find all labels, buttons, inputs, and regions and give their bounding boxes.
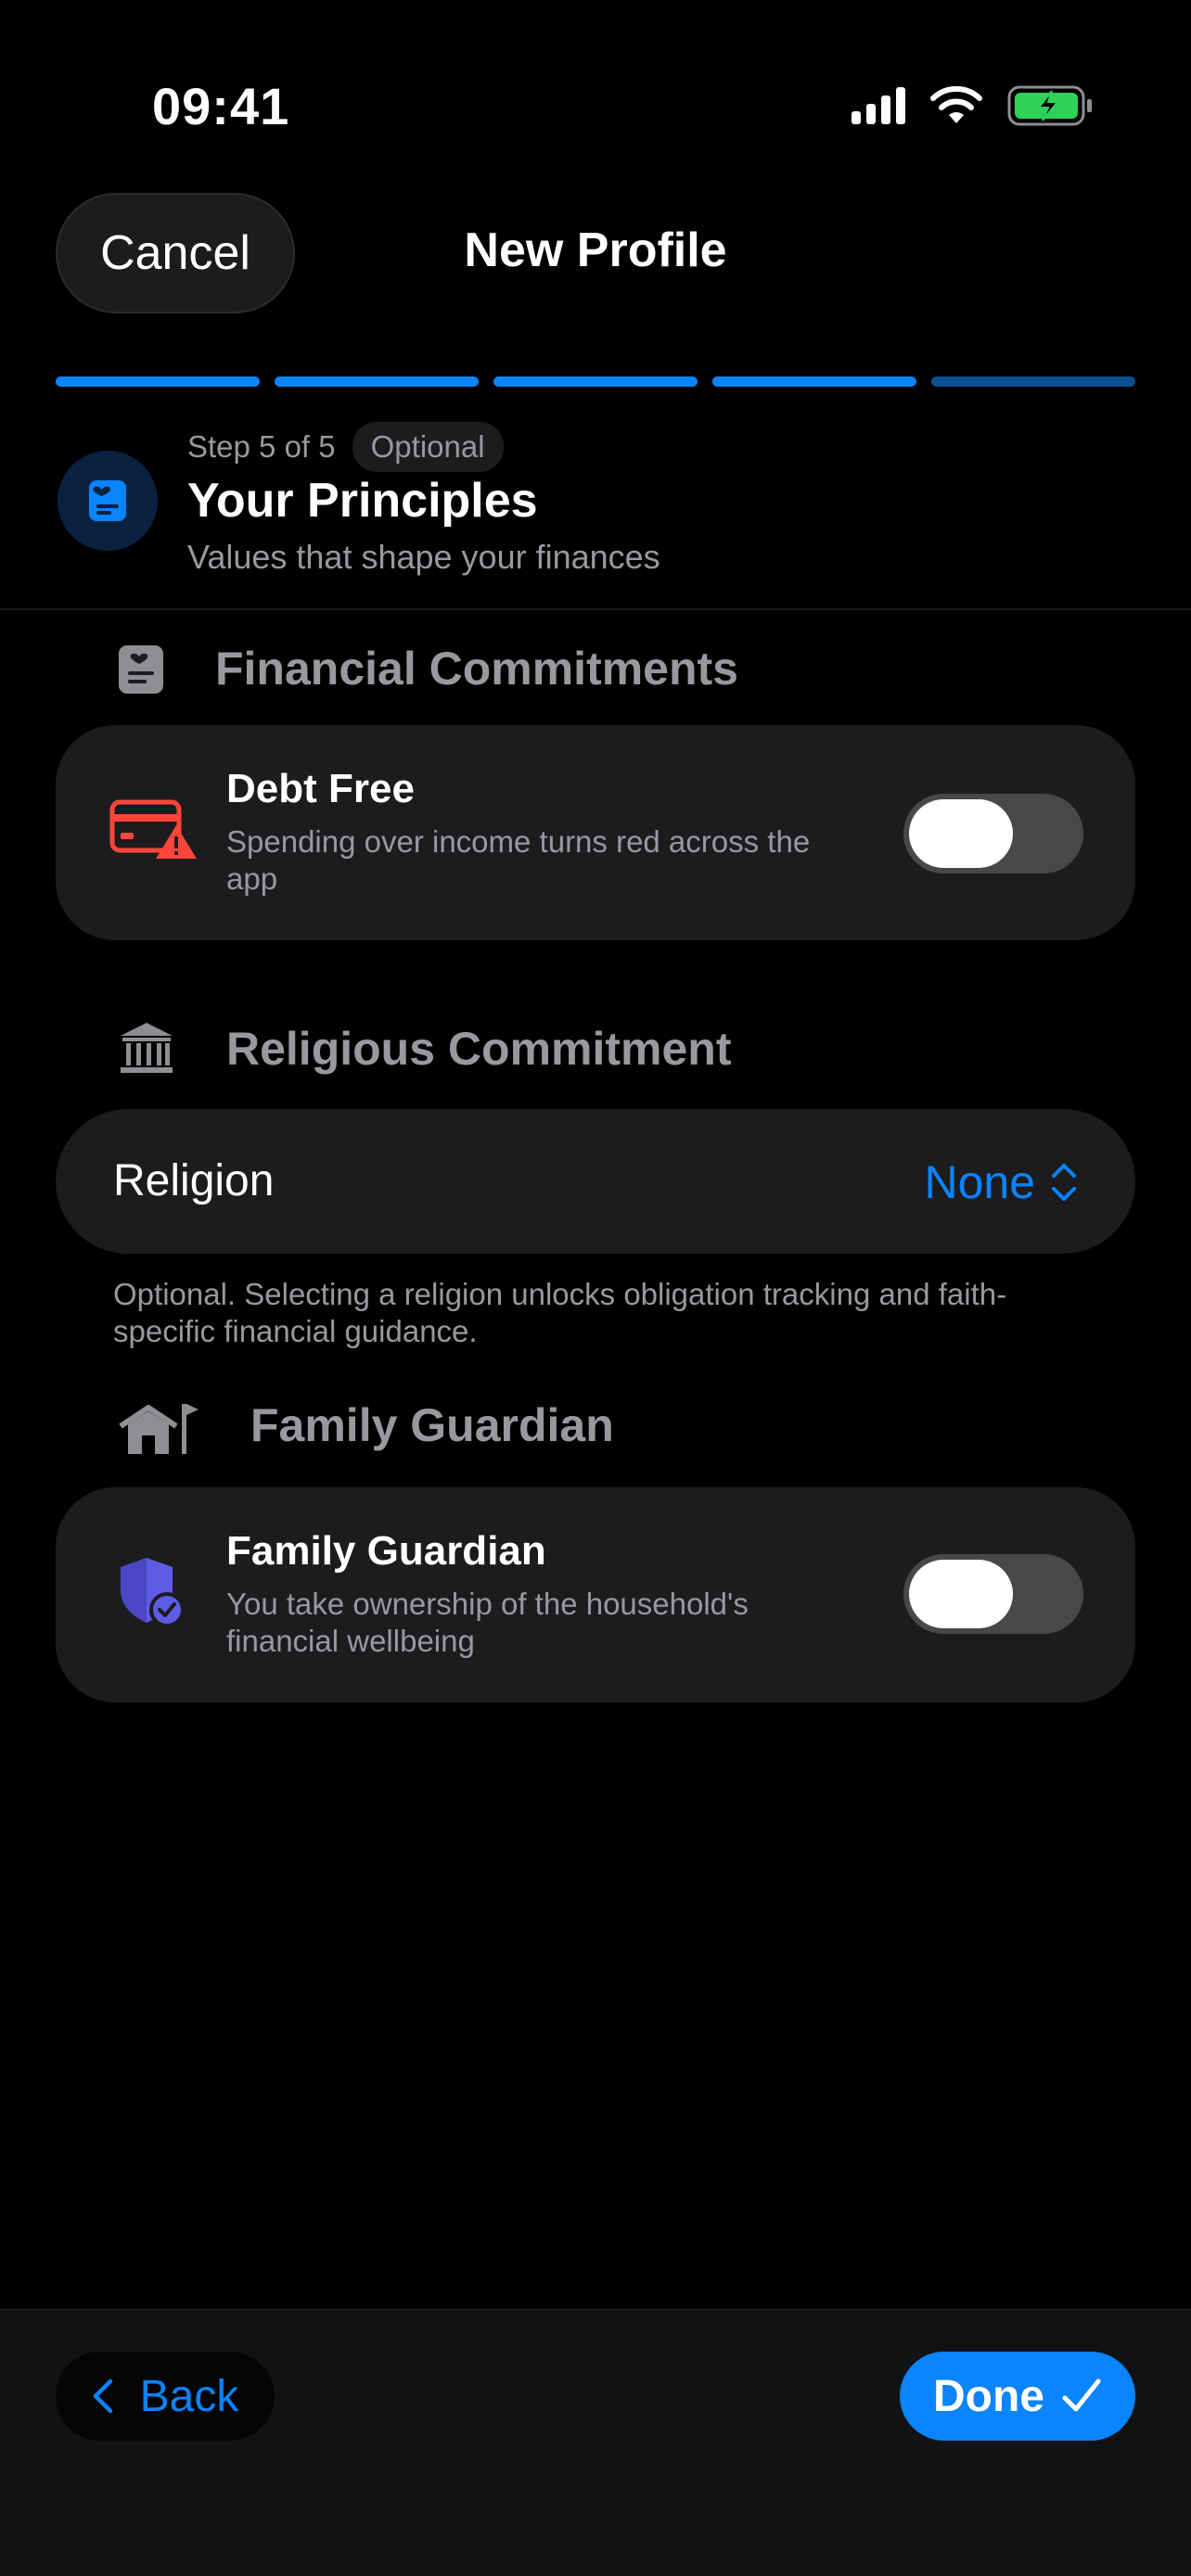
family-guardian-subtitle: You take ownership of the household's fi… (226, 1587, 749, 1658)
progress-segment-4 (712, 376, 916, 387)
progress-segment-1 (56, 376, 260, 387)
family-guardian-toggle[interactable] (903, 1554, 1083, 1634)
battery-charging-icon (1007, 85, 1092, 126)
bottom-toolbar (0, 2309, 1191, 2576)
credit-card-warning-icon (109, 799, 198, 865)
progress-segment-3 (493, 376, 698, 387)
debt-free-title: Debt Free (226, 766, 415, 811)
done-button[interactable]: Done (900, 2352, 1135, 2441)
step-subtitle: Values that shape your finances (187, 538, 660, 576)
family-guardian-title: Family Guardian (226, 1528, 546, 1574)
chevron-up-down-icon (1052, 1164, 1076, 1201)
house-flag-icon (117, 1398, 198, 1456)
progress-segment-5 (931, 376, 1135, 387)
debt-free-subtitle: Spending over income turns red across th… (226, 824, 811, 896)
document-icon (117, 644, 165, 695)
back-button[interactable]: Back (56, 2352, 275, 2441)
cellular-signal-icon (852, 87, 905, 124)
section-title-religious: Religious Commitment (226, 1023, 732, 1075)
done-label: Done (933, 2371, 1044, 2421)
header-divider (0, 608, 1191, 610)
optional-badge: Optional (352, 422, 504, 472)
section-title-financial: Financial Commitments (215, 643, 738, 695)
religion-value: None (924, 1156, 1035, 1208)
back-label: Back (139, 2371, 239, 2421)
step-progress-bar (56, 376, 1135, 387)
family-guardian-card: Family Guardian You take ownership of th… (56, 1487, 1135, 1702)
debt-free-toggle[interactable] (903, 794, 1083, 874)
step-label: Step 5 of 5 (187, 429, 336, 464)
shield-check-icon (117, 1554, 185, 1633)
religion-row[interactable]: Religion None (56, 1109, 1135, 1254)
toggle-knob (909, 1560, 1013, 1628)
religion-footnote: Optional. Selecting a religion unlocks o… (113, 1277, 1007, 1348)
toggle-knob (909, 799, 1013, 868)
religion-label: Religion (113, 1156, 275, 1205)
checkmark-icon (1062, 2378, 1101, 2412)
progress-segment-2 (275, 376, 479, 387)
step-title: Your Principles (187, 474, 538, 528)
wifi-icon (930, 86, 982, 123)
heart-document-icon (58, 451, 158, 551)
page-title: New Profile (464, 223, 727, 277)
building-columns-icon (117, 1020, 176, 1076)
section-title-guardian: Family Guardian (250, 1399, 614, 1451)
religion-picker[interactable]: None (924, 1155, 1078, 1209)
status-time: 09:41 (152, 77, 290, 135)
debt-free-card: Debt Free Spending over income turns red… (56, 725, 1135, 940)
status-icons (852, 85, 1095, 126)
step-indicator: Step 5 of 5 Optional (187, 422, 504, 472)
chevron-left-icon (93, 2378, 112, 2414)
